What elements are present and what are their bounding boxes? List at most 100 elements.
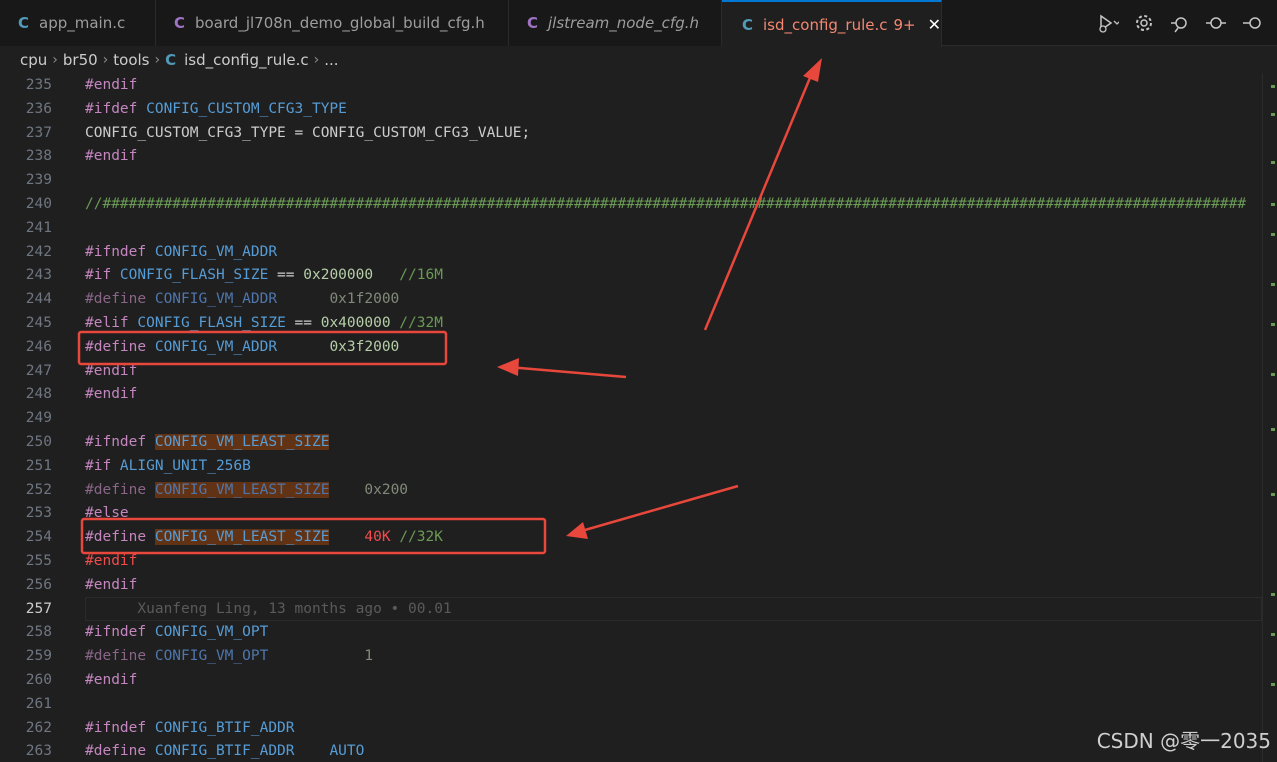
problems-badge: 9+ [893, 15, 916, 34]
settings-icon[interactable] [1133, 12, 1155, 34]
code-text: #endif [85, 359, 137, 383]
line-number: 252 [25, 481, 52, 498]
code-line[interactable]: 239 [0, 168, 1262, 192]
tab-app-main[interactable]: C app_main.c [0, 0, 156, 46]
code-line[interactable]: 246 #define CONFIG_VM_ADDR 0x3f2000 [0, 335, 1262, 359]
line-number: 263 [25, 743, 52, 760]
breadcrumb-item-br50[interactable]: br50 [63, 51, 98, 69]
line-number: 246 [25, 338, 52, 355]
git-commit-icon[interactable] [1205, 12, 1227, 34]
tab-board-cfg[interactable]: C board_jl708n_demo_global_build_cfg.h [156, 0, 509, 46]
code-text: CONFIG_CUSTOM_CFG3_TYPE = CONFIG_CUSTOM_… [85, 121, 530, 145]
code-token: CONFIG_BTIF_ADDR [154, 719, 295, 736]
code-token: CONFIG_VM_ADDR [154, 291, 278, 308]
code-token: CONFIG_VM_LEAST_SIZE [154, 529, 330, 546]
code-token: #elif [85, 315, 138, 331]
code-token: #ifndef [85, 434, 155, 450]
code-text: #elif CONFIG_FLASH_SIZE == 0x400000 //32… [85, 311, 443, 335]
code-token: #endif [85, 553, 138, 569]
overview-ruler[interactable] [1262, 73, 1277, 762]
code-editor[interactable]: 235 #endif 236 #ifdef CONFIG_CUSTOM_CFG3_TY… [0, 73, 1262, 762]
code-line[interactable]: 259 #define CONFIG_VM_OPT 1 [0, 644, 1262, 668]
line-number: 235 [25, 77, 52, 93]
code-line[interactable]: 238 #endif [0, 144, 1262, 168]
line-number: 262 [25, 719, 52, 736]
code-token: 0x1f2000 [329, 291, 400, 308]
code-token: #endif [85, 362, 138, 379]
code-text: #ifndef CONFIG_BTIF_ADDR [85, 716, 295, 740]
code-text: #define CONFIG_VM_OPT 1 [85, 644, 373, 668]
breadcrumb-item-file[interactable]: isd_config_rule.c [184, 51, 309, 69]
code-line[interactable]: 237 CONFIG_CUSTOM_CFG3_TYPE = CONFIG_CUST… [0, 121, 1262, 145]
code-token: #ifndef [85, 719, 155, 736]
code-line[interactable]: 241 [0, 216, 1262, 240]
code-line[interactable]: 245 #elif CONFIG_FLASH_SIZE == 0x400000 /… [0, 311, 1262, 335]
tab-label: board_jl708n_demo_global_build_cfg.h [195, 14, 485, 32]
code-line[interactable]: 251 #if ALIGN_UNIT_256B [0, 454, 1262, 478]
c-file-icon: C [527, 14, 539, 32]
code-line[interactable]: 261 [0, 692, 1262, 716]
close-icon[interactable]: ✕ [928, 15, 941, 34]
line-number: 253 [25, 505, 52, 522]
tab-isd-config-rule[interactable]: C isd_config_rule.c 9+ ✕ [722, 0, 942, 47]
code-line[interactable]: 248 #endif [0, 382, 1262, 406]
code-token: #define [85, 481, 155, 498]
chevron-right-icon: › [52, 52, 58, 68]
line-number: 247 [25, 362, 52, 379]
code-line[interactable]: 255 #endif [0, 549, 1262, 573]
line-number: 258 [25, 624, 52, 641]
breadcrumb: cpu › br50 › tools › C isd_config_rule.c… [0, 47, 1277, 73]
code-text: #ifndef CONFIG_VM_OPT [85, 620, 268, 644]
run-debug-icon[interactable] [1097, 12, 1119, 34]
code-token: CONFIG_CUSTOM_CFG3_TYPE [146, 100, 347, 117]
code-text: #endif [85, 382, 137, 406]
code-line[interactable]: 263 #define CONFIG_BTIF_ADDR AUTO [0, 739, 1262, 762]
tab-jlstream-node-cfg[interactable]: C jlstream_node_cfg.h [509, 0, 722, 46]
code-text: #if ALIGN_UNIT_256B [85, 454, 251, 478]
tab-label: jlstream_node_cfg.h [548, 14, 700, 32]
code-line[interactable]: 249 [0, 406, 1262, 430]
more-icon[interactable] [1241, 12, 1263, 34]
code-line[interactable]: 240 //###################################… [0, 192, 1262, 216]
code-text: #endif [85, 668, 137, 692]
code-token: #if [85, 267, 120, 284]
code-line[interactable]: 256 #endif [0, 573, 1262, 597]
code-token: 0x400000 [320, 315, 391, 331]
code-token: CONFIG_FLASH_SIZE [119, 267, 269, 284]
line-number: 249 [25, 410, 52, 427]
code-line[interactable]: 236 #ifdef CONFIG_CUSTOM_CFG3_TYPE [0, 97, 1262, 121]
code-line[interactable]: 260 #endif [0, 668, 1262, 692]
code-token: //16M [399, 267, 443, 284]
line-number: 244 [25, 291, 52, 308]
code-line[interactable]: 252 #define CONFIG_VM_LEAST_SIZE 0x200 [0, 478, 1262, 502]
code-token: #define [85, 648, 155, 665]
code-text: #define CONFIG_BTIF_ADDR AUTO [85, 739, 364, 762]
code-token: #define [85, 529, 155, 546]
line-number: 239 [25, 172, 52, 189]
code-line[interactable]: 243 #if CONFIG_FLASH_SIZE == 0x200000 //1… [0, 263, 1262, 287]
code-line[interactable]: 258 #ifndef CONFIG_VM_OPT [0, 620, 1262, 644]
breadcrumb-item-cpu[interactable]: cpu [20, 51, 47, 69]
line-number: 242 [25, 243, 52, 260]
code-line[interactable]: 253 #else [0, 501, 1262, 525]
code-line[interactable]: 262 #ifndef CONFIG_BTIF_ADDR [0, 716, 1262, 740]
code-token: 1 [364, 648, 374, 665]
line-number: 260 [25, 672, 52, 688]
breadcrumb-item-symbols[interactable]: ... [324, 51, 338, 69]
code-line[interactable]: 244 #define CONFIG_VM_ADDR 0x1f2000 [0, 287, 1262, 311]
c-file-icon: C [742, 15, 754, 34]
code-line[interactable]: 257 Xuanfeng Ling, 13 months ago • 00.01 [0, 597, 1262, 621]
code-line[interactable]: 254 #define CONFIG_VM_LEAST_SIZE 40K //32… [0, 525, 1262, 549]
timeline-icon[interactable] [1169, 12, 1191, 34]
line-number: 250 [25, 434, 52, 450]
code-line[interactable]: 247 #endif [0, 359, 1262, 383]
code-line[interactable]: 250 #ifndef CONFIG_VM_LEAST_SIZE [0, 430, 1262, 454]
code-token: CONFIG_VM_OPT [154, 648, 269, 665]
code-line[interactable]: 242 #ifndef CONFIG_VM_ADDR [0, 240, 1262, 264]
code-text: #define CONFIG_VM_ADDR 0x3f2000 [85, 335, 399, 359]
code-line[interactable]: 235 #endif [0, 73, 1262, 97]
breadcrumb-item-tools[interactable]: tools [113, 51, 149, 69]
code-token: == [285, 315, 321, 331]
